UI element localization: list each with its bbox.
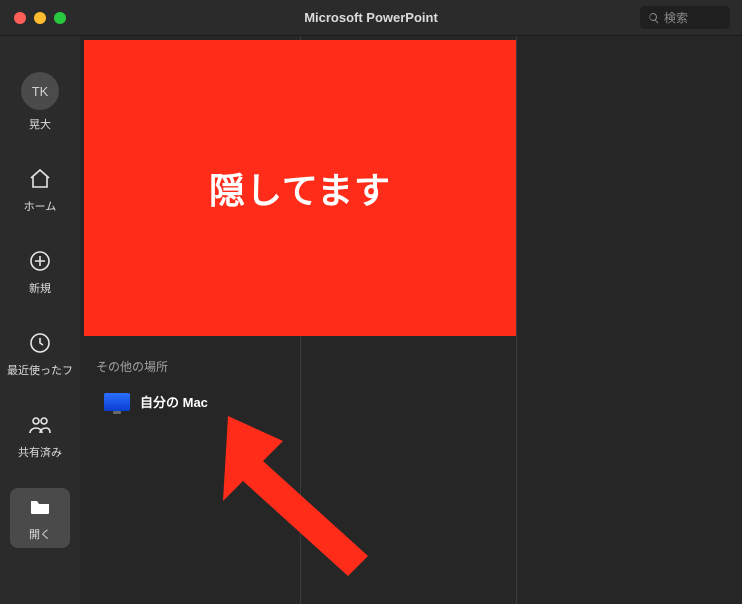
location-item-my-mac[interactable]: 自分の Mac [96,386,216,417]
sidebar-item-open[interactable]: 開く [10,488,70,548]
computer-icon [104,393,130,411]
sidebar-item-shared[interactable]: 共有済み [10,406,70,466]
search-icon [648,12,660,24]
sidebar-item-label: 晃大 [29,116,51,132]
sidebar: TK 晃大 ホーム 新規 最近使ったフ 共有済み [0,36,80,604]
clock-icon [27,330,53,356]
plus-circle-icon [27,248,53,274]
redacted-block: 隠してます [84,40,516,336]
divider [516,36,517,604]
sidebar-item-label: ホーム [24,198,57,214]
sidebar-item-new[interactable]: 新規 [10,242,70,302]
redacted-text: 隠してます [209,162,391,214]
location-label: 自分の Mac [140,392,208,411]
minimize-window-button[interactable] [34,12,46,24]
people-icon [27,412,53,438]
titlebar: Microsoft PowerPoint 検索 [0,0,742,36]
sidebar-item-account[interactable]: TK 晃大 [10,66,70,138]
avatar: TK [21,72,59,110]
window-title: Microsoft PowerPoint [304,10,438,25]
traffic-lights [0,12,66,24]
maximize-window-button[interactable] [54,12,66,24]
sidebar-item-home[interactable]: ホーム [10,160,70,220]
sidebar-item-label: 共有済み [18,444,62,460]
close-window-button[interactable] [14,12,26,24]
home-icon [27,166,53,192]
sidebar-item-label: 開く [29,526,51,542]
section-header-other-locations: その他の場所 [96,358,168,375]
annotation-arrow-icon [198,386,398,586]
search-placeholder: 検索 [664,9,688,26]
sidebar-item-label: 最近使ったフ [7,362,73,378]
avatar-initials: TK [32,84,49,99]
search-input[interactable]: 検索 [640,6,730,29]
main-panel: 隠してます その他の場所 自分の Mac [80,36,742,604]
sidebar-item-label: 新規 [29,280,51,296]
sidebar-item-recent[interactable]: 最近使ったフ [10,324,70,384]
folder-icon [27,494,53,520]
